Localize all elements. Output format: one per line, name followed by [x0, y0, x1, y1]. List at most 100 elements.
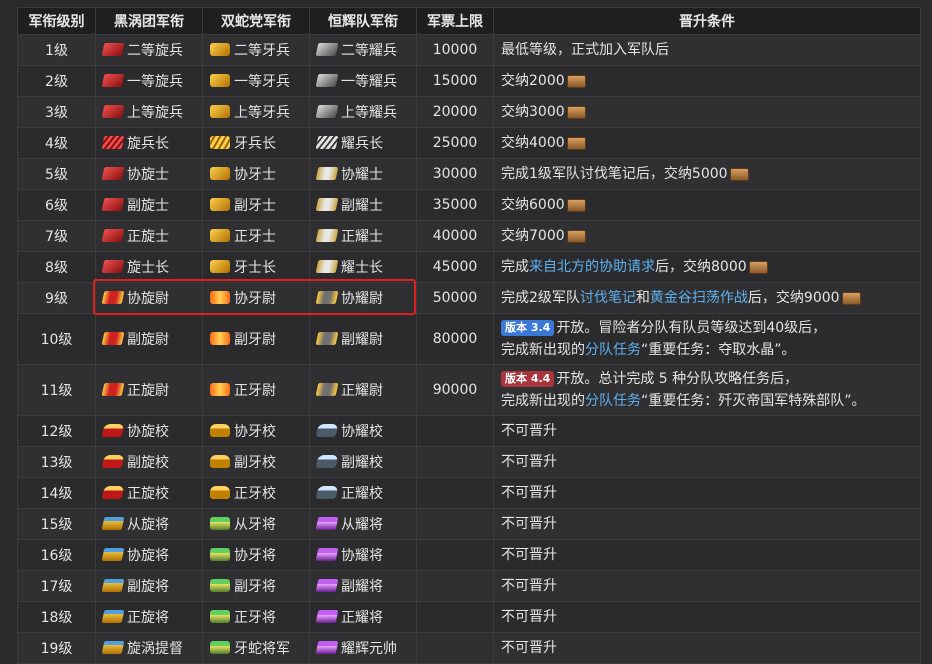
- immortal-flames-rank-label: 正耀将: [341, 609, 383, 626]
- maelstrom-insignia-icon: [101, 198, 125, 212]
- twin-adder-rank-cell: 正牙尉: [202, 364, 310, 416]
- twin-adder-rank-cell: 副牙士: [202, 189, 310, 221]
- quest-link[interactable]: 黄金谷扫荡作战: [650, 290, 748, 306]
- twin-adder-rank-cell: 副牙尉: [202, 313, 310, 365]
- level-label: 14级: [40, 486, 73, 502]
- maelstrom-rank-cell: 正旋尉: [95, 364, 203, 416]
- table-row: 7级 正旋士 正牙士 正耀士 40000 交纳7000: [17, 220, 921, 252]
- maelstrom-rank-cell: 正旋将: [95, 601, 203, 633]
- maelstrom-rank: 协旋尉: [101, 288, 169, 308]
- immortal-flames-rank: 正耀尉: [315, 380, 383, 400]
- maelstrom-rank-label: 旋涡提督: [127, 640, 183, 657]
- level-cell: 18级: [17, 601, 96, 633]
- immortal-flames-rank-cell: 一等耀兵: [309, 65, 417, 97]
- twin-adder-rank-label: 正牙校: [234, 485, 276, 502]
- table-row: 14级 正旋校 正牙校 正耀校 不可晋升: [17, 477, 921, 509]
- condition-cell: 不可晋升: [493, 477, 921, 509]
- quest-link[interactable]: 来自北方的协助请求: [529, 259, 655, 275]
- currency-icon: [566, 136, 586, 150]
- table-row: 10级 副旋尉 副牙尉 副耀尉 80000 版本 3.4 开放。冒险者分队有队员等级达到40…: [17, 313, 921, 365]
- twin-adder-rank-label: 协牙士: [234, 166, 276, 183]
- maelstrom-insignia-icon: [101, 167, 125, 181]
- twin-adder-insignia-icon: [210, 167, 230, 181]
- condition-text: “重要任务：夺取水晶”。: [641, 342, 796, 358]
- maelstrom-rank-cell: 旋兵长: [95, 127, 203, 159]
- twin-adder-rank-cell: 协牙将: [202, 539, 310, 571]
- maelstrom-rank: 副旋士: [101, 195, 169, 215]
- maelstrom-rank-label: 从旋将: [127, 516, 169, 533]
- twin-adder-rank: 一等牙兵: [210, 71, 290, 91]
- twin-adder-insignia-icon: [210, 105, 230, 119]
- seal-cap-cell: 10000: [416, 34, 494, 66]
- immortal-flames-insignia-icon: [315, 383, 339, 397]
- page: 军衔级别 黑涡团军衔 双蛇党军衔 恒辉队军衔 军票上限 晋升条件 1级 二等旋兵 二…: [0, 0, 932, 664]
- seal-cap-cell: 20000: [416, 96, 494, 128]
- header-maelstrom-rank: 黑涡团军衔: [95, 7, 203, 35]
- twin-adder-rank-cell: 牙蛇将军: [202, 632, 310, 664]
- condition-text: 交纳4000: [501, 135, 565, 151]
- immortal-flames-rank: 耀士长: [315, 257, 383, 277]
- maelstrom-rank-label: 协旋士: [127, 166, 169, 183]
- header-promotion-condition: 晋升条件: [493, 7, 921, 35]
- condition-cell: 交纳7000: [493, 220, 921, 252]
- immortal-flames-rank: 副耀士: [315, 195, 383, 215]
- seal-cap-cell: [416, 601, 494, 633]
- twin-adder-insignia-icon: [210, 486, 230, 500]
- immortal-flames-rank: 正耀校: [315, 483, 383, 503]
- condition-text: 开放。总计完成 5 种分队攻略任务后，: [556, 371, 799, 387]
- maelstrom-insignia-icon: [101, 610, 125, 624]
- twin-adder-rank-cell: 牙士长: [202, 251, 310, 283]
- twin-adder-rank: 正牙尉: [210, 380, 276, 400]
- immortal-flames-rank-cell: 从耀将: [309, 508, 417, 540]
- twin-adder-insignia-icon: [210, 229, 230, 243]
- level-label: 1级: [45, 43, 68, 59]
- seal-cap-cell: 90000: [416, 364, 494, 416]
- table-row: 3级 上等旋兵 上等牙兵 上等耀兵 20000 交纳3000: [17, 96, 921, 128]
- maelstrom-rank-label: 二等旋兵: [127, 42, 183, 59]
- twin-adder-rank: 从牙将: [210, 514, 276, 534]
- immortal-flames-insignia-icon: [315, 517, 339, 531]
- maelstrom-rank-label: 一等旋兵: [127, 73, 183, 90]
- immortal-flames-rank: 正耀将: [315, 607, 383, 627]
- immortal-flames-rank-label: 协耀校: [341, 423, 383, 440]
- table-row: 5级 协旋士 协牙士 协耀士 30000 完成1级军队讨伐笔记后，交纳5000: [17, 158, 921, 190]
- twin-adder-insignia-icon: [210, 383, 230, 397]
- seal-cap-cell: [416, 508, 494, 540]
- condition-cell: 不可晋升: [493, 539, 921, 571]
- condition-cell: 最低等级，正式加入军队后: [493, 34, 921, 66]
- immortal-flames-rank: 副耀将: [315, 576, 383, 596]
- maelstrom-rank-cell: 旋士长: [95, 251, 203, 283]
- seal-cap-cell: [416, 570, 494, 602]
- maelstrom-rank-cell: 二等旋兵: [95, 34, 203, 66]
- seal-cap-value: 10000: [432, 42, 478, 58]
- twin-adder-rank-cell: 上等牙兵: [202, 96, 310, 128]
- immortal-flames-insignia-icon: [315, 332, 339, 346]
- maelstrom-rank-label: 旋士长: [127, 259, 169, 276]
- twin-adder-insignia-icon: [210, 74, 230, 88]
- condition-text: 不可晋升: [501, 578, 557, 594]
- level-label: 13级: [40, 455, 73, 471]
- squadron-mission-link[interactable]: 分队任务: [585, 342, 641, 358]
- maelstrom-rank: 正旋将: [101, 607, 169, 627]
- twin-adder-insignia-icon: [210, 641, 230, 655]
- twin-adder-rank-cell: 副牙校: [202, 446, 310, 478]
- squadron-mission-link[interactable]: 分队任务: [585, 393, 641, 409]
- immortal-flames-rank-label: 副耀将: [341, 578, 383, 595]
- level-cell: 19级: [17, 632, 96, 664]
- immortal-flames-rank: 二等耀兵: [315, 40, 397, 60]
- condition-cell: 交纳6000: [493, 189, 921, 221]
- maelstrom-insignia-icon: [101, 641, 125, 655]
- level-cell: 15级: [17, 508, 96, 540]
- level-cell: 1级: [17, 34, 96, 66]
- condition-cell: 交纳2000: [493, 65, 921, 97]
- hunt-log-link[interactable]: 讨伐笔记: [580, 290, 636, 306]
- table-row: 15级 从旋将 从牙将 从耀将 不可晋升: [17, 508, 921, 540]
- immortal-flames-insignia-icon: [315, 74, 339, 88]
- twin-adder-rank: 协牙校: [210, 421, 276, 441]
- immortal-flames-insignia-icon: [315, 455, 339, 469]
- maelstrom-rank-label: 旋兵长: [127, 135, 169, 152]
- condition-text: 完成: [501, 259, 529, 275]
- level-cell: 14级: [17, 477, 96, 509]
- twin-adder-rank: 协牙士: [210, 164, 276, 184]
- immortal-flames-rank: 耀辉元帅: [315, 638, 397, 658]
